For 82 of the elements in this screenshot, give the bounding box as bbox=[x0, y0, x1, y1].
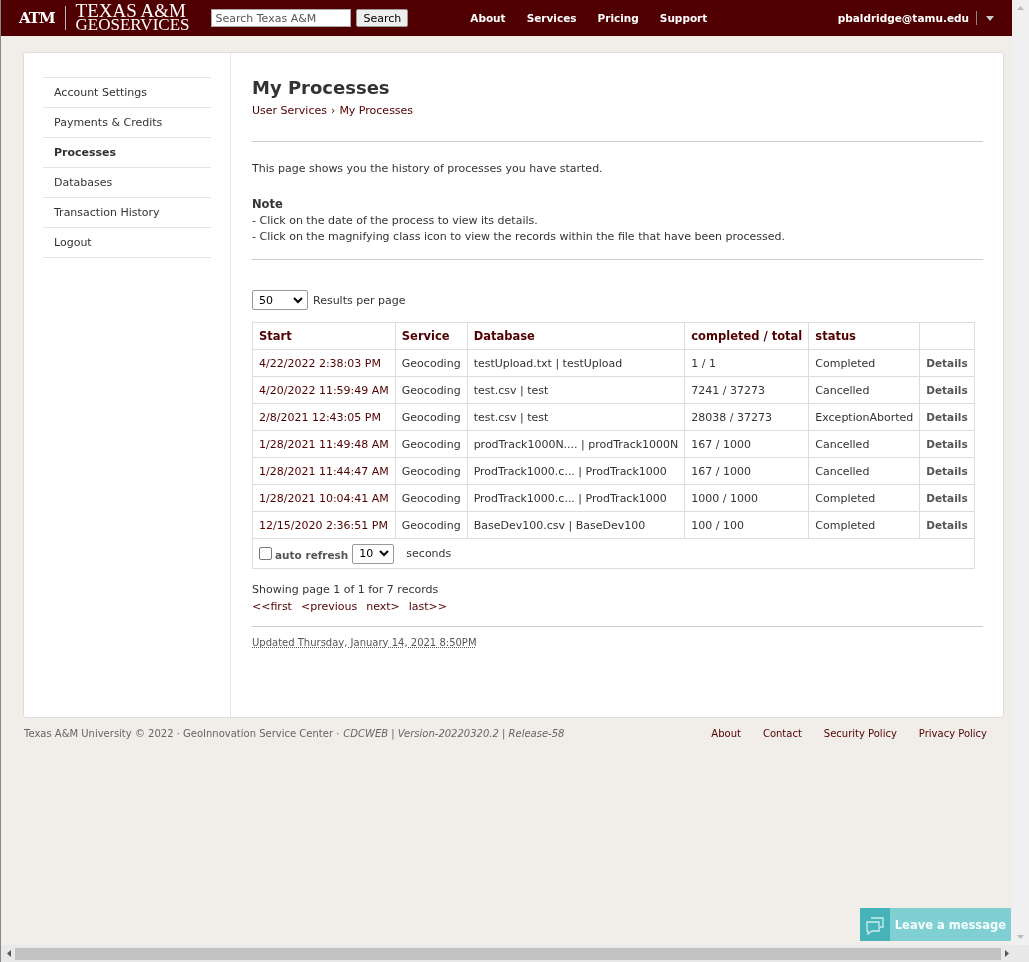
note-text: - Click on the magnifying class icon to view the records within the file that have been processed. bbox=[252, 229, 786, 245]
table-cell: Cancelled bbox=[808, 430, 920, 458]
search-button[interactable]: Search bbox=[356, 9, 409, 27]
note-text: - Click on the date of the process to view its details. bbox=[252, 213, 539, 229]
logo-subtitle[interactable]: GEOSERVICES bbox=[75, 18, 190, 32]
last-updated-text: Updated Thursday, January 14, 2021 8:50PM bbox=[252, 637, 478, 648]
table-cell: 1 / 1 bbox=[684, 349, 809, 377]
sidebar-item[interactable]: Logout bbox=[43, 227, 211, 258]
breadcrumb-link[interactable]: User Services bbox=[252, 104, 327, 117]
table-cell: 1000 / 1000 bbox=[684, 484, 809, 512]
table-cell: 28038 / 37273 bbox=[684, 403, 809, 431]
breadcrumb-link[interactable]: My Processes bbox=[339, 104, 414, 117]
footer-link[interactable]: About bbox=[711, 728, 741, 739]
table-cell: Cancelled bbox=[808, 376, 920, 404]
sidebar-item[interactable]: Databases bbox=[43, 167, 211, 197]
table-cell: BaseDev100.csv | BaseDev100 bbox=[467, 511, 685, 539]
scroll-left-arrow-icon[interactable] bbox=[7, 950, 11, 957]
copyright-text: Texas A&M University © 2022 · GeoInnovation Service Center · bbox=[24, 728, 340, 739]
pagination-link[interactable]: next> bbox=[366, 600, 400, 613]
table-cell: Geocoding bbox=[395, 430, 468, 458]
note-heading: Note bbox=[252, 197, 284, 211]
table-cell: Geocoding bbox=[395, 376, 468, 404]
table-cell: test.csv | test bbox=[467, 403, 685, 431]
chevron-down-icon bbox=[293, 296, 303, 304]
logo-title[interactable]: TEXAS A&M bbox=[75, 4, 190, 18]
nav-link[interactable]: About bbox=[470, 12, 506, 24]
page-title: My Processes bbox=[252, 77, 391, 98]
results-per-page-label: Results per page bbox=[313, 293, 406, 307]
nav-link[interactable]: Support bbox=[659, 12, 708, 24]
table-cell: Geocoding bbox=[395, 484, 468, 512]
column-header: Service bbox=[395, 322, 468, 350]
sidebar-item[interactable]: Payments & Credits bbox=[43, 107, 211, 137]
search-field[interactable]: Search Texas A&M bbox=[211, 9, 352, 27]
nav-link[interactable]: Services bbox=[526, 12, 577, 24]
table-cell: 100 / 100 bbox=[684, 511, 809, 539]
intro-text: This page shows you the history of processes you have started. bbox=[252, 162, 604, 175]
table-cell: test.csv | test bbox=[467, 376, 685, 404]
results-per-page-select[interactable]: 50 bbox=[252, 290, 308, 310]
version-text: CDCWEB | Version-20220320.2 | Release-58 bbox=[343, 728, 565, 739]
seconds-label: seconds bbox=[406, 547, 452, 560]
pagination-link[interactable]: <<first bbox=[252, 600, 292, 613]
table-cell: 167 / 1000 bbox=[684, 430, 809, 458]
table-cell: Geocoding bbox=[395, 457, 468, 485]
table-cell: 7241 / 37273 bbox=[684, 376, 809, 404]
column-header: Database bbox=[467, 322, 685, 350]
table-cell: 167 / 1000 bbox=[684, 457, 809, 485]
sidebar-item[interactable]: Account Settings bbox=[43, 77, 211, 107]
records-summary: Showing page 1 of 1 for 7 records bbox=[252, 583, 440, 596]
sidebar-item[interactable]: Processes bbox=[43, 137, 211, 167]
footer-link[interactable]: Security Policy bbox=[823, 728, 897, 739]
sidebar-item[interactable]: Transaction History bbox=[43, 197, 211, 227]
footer-link[interactable]: Privacy Policy bbox=[918, 728, 987, 739]
scroll-right-arrow-icon[interactable] bbox=[1005, 950, 1009, 957]
pagination-link[interactable]: last>> bbox=[408, 600, 448, 613]
refresh-interval-select[interactable]: 10 bbox=[352, 543, 395, 564]
footer-link[interactable]: Contact bbox=[762, 728, 802, 739]
logo-mark[interactable]: ATM bbox=[19, 9, 55, 27]
table-cell: Completed bbox=[808, 349, 920, 377]
column-header: completed / total bbox=[684, 322, 809, 350]
table-cell: Geocoding bbox=[395, 349, 468, 377]
column-header: status bbox=[808, 322, 920, 350]
caret-icon[interactable] bbox=[986, 15, 994, 21]
column-header: Start bbox=[252, 322, 396, 350]
user-account-link[interactable]: pbaldridge@tamu.edu bbox=[837, 12, 969, 24]
horizontal-scrollbar[interactable] bbox=[0, 945, 1029, 962]
auto-refresh-label: auto refresh bbox=[275, 548, 349, 561]
pagination-link[interactable]: <previous bbox=[300, 600, 358, 613]
table-cell: Completed bbox=[808, 511, 920, 539]
table-cell: ProdTrack1000.c... | ProdTrack1000 bbox=[467, 484, 685, 512]
table-cell: testUpload.txt | testUpload bbox=[467, 349, 685, 377]
table-cell: Cancelled bbox=[808, 457, 920, 485]
chevron-down-icon bbox=[379, 550, 390, 557]
table-cell: ProdTrack1000.c... | ProdTrack1000 bbox=[467, 457, 685, 485]
nav-link[interactable]: Pricing bbox=[597, 12, 639, 24]
breadcrumb-separator: › bbox=[330, 104, 336, 117]
table-cell: Geocoding bbox=[395, 403, 468, 431]
table-cell: Completed bbox=[808, 484, 920, 512]
chat-bubbles-icon bbox=[864, 914, 885, 935]
table-cell: ExceptionAborted bbox=[808, 403, 920, 431]
table-cell: prodTrack1000N.... | prodTrack1000N bbox=[467, 430, 685, 458]
auto-refresh-checkbox[interactable] bbox=[259, 547, 272, 560]
table-cell: Geocoding bbox=[395, 511, 468, 539]
